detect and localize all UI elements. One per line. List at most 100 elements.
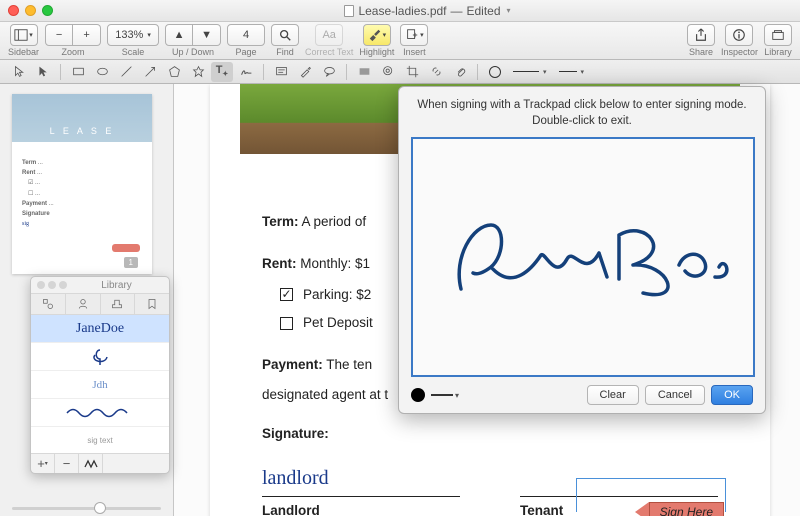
pointer-tool[interactable] [32, 62, 54, 82]
slider-handle[interactable] [94, 502, 106, 514]
sign-here-label: Sign Here [649, 502, 724, 516]
page-up-button[interactable]: ▲ [165, 24, 193, 46]
share-button[interactable] [687, 24, 715, 46]
sidebar-toggle-button[interactable]: ▾ [10, 24, 38, 46]
term-text: A period of [302, 214, 367, 229]
link-tool[interactable] [425, 62, 447, 82]
loupe-tool[interactable] [377, 62, 399, 82]
text-select-tool[interactable] [8, 62, 30, 82]
clear-button[interactable]: Clear [587, 385, 639, 405]
palette-min-button[interactable] [48, 281, 56, 289]
note-tool[interactable] [270, 62, 292, 82]
palette-remove-button[interactable]: − [55, 454, 79, 473]
palette-add-button[interactable]: +▾ [31, 454, 55, 473]
scale-field[interactable]: 133%▾ [107, 24, 159, 46]
parking-text: Parking: $2 [303, 283, 371, 307]
star-tool[interactable] [187, 62, 209, 82]
insert-button[interactable]: ▾ [400, 24, 428, 46]
zoom-in-button[interactable]: + [73, 24, 101, 46]
library-button[interactable] [764, 24, 792, 46]
signature-item-2[interactable] [31, 343, 169, 371]
palette-tabs [31, 293, 169, 315]
inspector-label: Inspector [721, 47, 758, 57]
page-thumbnail[interactable]: L E A S E Term ... Rent ... ☑ ...☐ ... P… [12, 94, 152, 274]
payment-label: Payment: [262, 357, 323, 372]
find-label: Find [276, 47, 294, 57]
attach-tool[interactable] [449, 62, 471, 82]
inspector-button[interactable] [725, 24, 753, 46]
signature-item-5[interactable]: sig text [31, 427, 169, 453]
palette-tab-bookmarks[interactable] [135, 294, 169, 314]
palette-close-button[interactable] [37, 281, 45, 289]
close-window-button[interactable] [8, 5, 19, 16]
palette-tab-signatures[interactable] [66, 294, 101, 314]
scale-label: Scale [122, 47, 145, 57]
shape-style-dropdown[interactable] [484, 62, 506, 82]
highlighter-icon [368, 28, 382, 42]
zoom-window-button[interactable] [42, 5, 53, 16]
cancel-button[interactable]: Cancel [645, 385, 705, 405]
page-field[interactable]: 4 [227, 24, 265, 46]
palette-list: JaneDoe Jdh sig text [31, 315, 169, 453]
palette-tab-shapes[interactable] [31, 294, 66, 314]
signature-tool[interactable] [235, 62, 257, 82]
palette-zoom-button[interactable] [59, 281, 67, 289]
marker-tool[interactable] [294, 62, 316, 82]
rent-label: Rent: [262, 256, 297, 271]
term-label: Term: [262, 214, 299, 229]
signature-item-4[interactable] [31, 399, 169, 427]
signature-stroke-dropdown[interactable]: ▾ [431, 387, 459, 403]
landlord-signature: landlord [262, 460, 460, 492]
rect-tool[interactable] [67, 62, 89, 82]
oval-tool[interactable] [91, 62, 113, 82]
library-palette[interactable]: Library JaneDoe Jdh sig text +▾ − [30, 276, 170, 474]
zoom-label: Zoom [62, 47, 85, 57]
text-tool[interactable]: T✦ [211, 62, 233, 82]
page-down-button[interactable]: ▼ [193, 24, 221, 46]
highlight-button[interactable]: ▾ [363, 24, 391, 46]
find-button[interactable] [271, 24, 299, 46]
popover-instructions: When signing with a Trackpad click below… [411, 97, 753, 129]
speech-tool[interactable] [318, 62, 340, 82]
palette-tab-stamps[interactable] [101, 294, 136, 314]
crop-tool[interactable] [401, 62, 423, 82]
palette-scribble-button[interactable] [79, 454, 103, 473]
line-weight-dropdown[interactable]: ▾ [554, 62, 590, 82]
palette-footer: +▾ − [31, 453, 169, 473]
title-status: Edited [467, 4, 501, 18]
sign-here-arrow-icon [635, 502, 649, 516]
signature-item-1[interactable]: JaneDoe [31, 315, 169, 343]
updown-label: Up / Down [172, 47, 214, 57]
arrow-tool[interactable] [139, 62, 161, 82]
thumbnail-body: Term ... Rent ... ☑ ...☐ ... Payment ...… [12, 152, 152, 235]
line-style-dropdown[interactable]: ▾ [508, 62, 552, 82]
mask-tool[interactable] [353, 62, 375, 82]
signature-color-swatch[interactable] [411, 388, 425, 402]
share-icon [694, 28, 708, 42]
search-icon [278, 28, 292, 42]
library-label: Library [764, 47, 792, 57]
document-icon [344, 5, 354, 17]
parking-checkbox: ✓ [280, 288, 293, 301]
page-label: Page [236, 47, 257, 57]
pet-checkbox [280, 317, 293, 330]
library-icon [771, 28, 785, 42]
sign-here-tag[interactable]: Sign Here [635, 502, 724, 516]
polygon-tool[interactable] [163, 62, 185, 82]
popover-footer: ▾ Clear Cancel OK [411, 385, 753, 405]
thumbnail-size-slider[interactable] [12, 507, 161, 510]
signature-canvas[interactable] [411, 137, 755, 377]
thumbnail-lease-title: L E A S E [12, 126, 152, 136]
signature-item-3[interactable]: Jdh [31, 371, 169, 399]
highlight-label: Highlight [359, 47, 394, 57]
minimize-window-button[interactable] [25, 5, 36, 16]
signature-popover: When signing with a Trackpad click below… [398, 86, 766, 414]
line-tool[interactable] [115, 62, 137, 82]
zoom-out-button[interactable]: − [45, 24, 73, 46]
insert-icon [405, 28, 419, 42]
signature-label: Signature: [262, 426, 329, 441]
payment-text: The ten [326, 357, 372, 372]
landlord-label: Landlord [262, 496, 460, 516]
palette-titlebar[interactable]: Library [31, 277, 169, 293]
ok-button[interactable]: OK [711, 385, 753, 405]
